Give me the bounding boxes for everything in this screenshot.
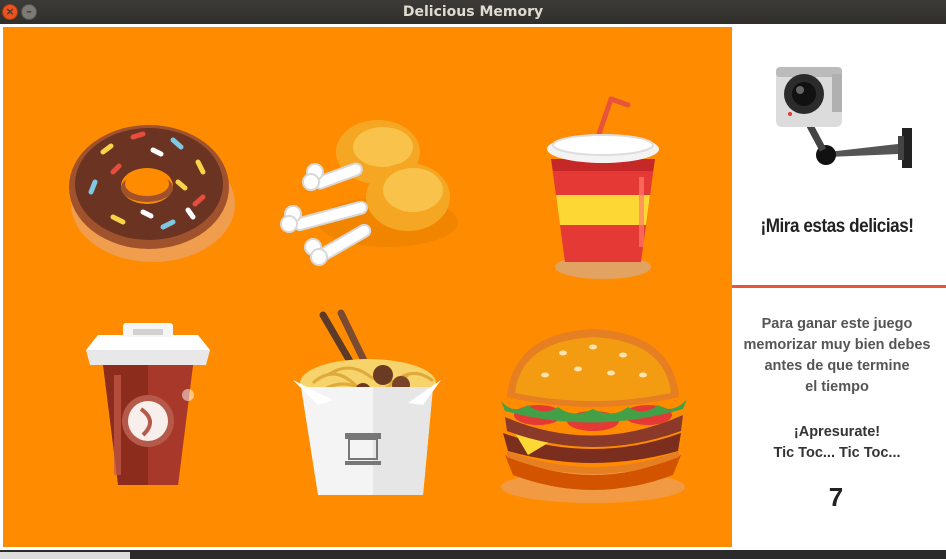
instructions-line: Para ganar este juego xyxy=(761,316,913,332)
countdown-timer: 7 xyxy=(828,482,844,512)
card-chicken[interactable] xyxy=(273,92,473,292)
instructions-line: antes de que termine xyxy=(764,358,910,374)
side-panel: ¡Mira estas delicias! Para ganar este ju… xyxy=(732,24,946,550)
burger-icon xyxy=(501,329,687,503)
close-button[interactable]: × xyxy=(2,4,18,20)
minimize-icon: – xyxy=(26,5,32,18)
card-coffee[interactable] xyxy=(48,305,248,505)
minimize-button[interactable]: – xyxy=(21,4,37,20)
card-donut[interactable] xyxy=(53,92,253,292)
panel-divider xyxy=(732,285,946,288)
security-camera-icon xyxy=(768,62,918,172)
window-title: Delicious Memory xyxy=(402,4,544,20)
game-window: ¡Mira estas delicias! Para ganar este ju… xyxy=(0,24,946,550)
coffee-cup-icon xyxy=(86,323,210,485)
instructions-line: el tiempo xyxy=(805,379,869,395)
noodle-box-icon xyxy=(293,309,441,495)
title-bar: Delicious Memory xyxy=(0,0,946,24)
hurry-line: ¡Apresurate! xyxy=(793,424,881,440)
headline-text: ¡Mira estas delicias! xyxy=(760,216,914,237)
hurry-text: ¡Apresurate! Tic Toc... Tic Toc... xyxy=(732,422,942,464)
instructions-line: memorizar muy bien debes xyxy=(743,337,931,353)
donut-icon xyxy=(69,125,235,262)
instructions-text: Para ganar este juego memorizar muy bien… xyxy=(732,314,942,398)
card-burger[interactable] xyxy=(493,305,693,505)
bottom-bar-segment xyxy=(0,552,130,559)
soda-cup-icon xyxy=(547,96,659,279)
hurry-line: Tic Toc... Tic Toc... xyxy=(773,445,901,461)
chicken-drumsticks-icon xyxy=(280,120,458,266)
close-icon: × xyxy=(5,5,15,18)
bottom-bar xyxy=(0,550,946,559)
memory-board xyxy=(3,27,732,547)
card-soda[interactable] xyxy=(503,87,703,287)
card-noodles[interactable] xyxy=(273,305,473,505)
